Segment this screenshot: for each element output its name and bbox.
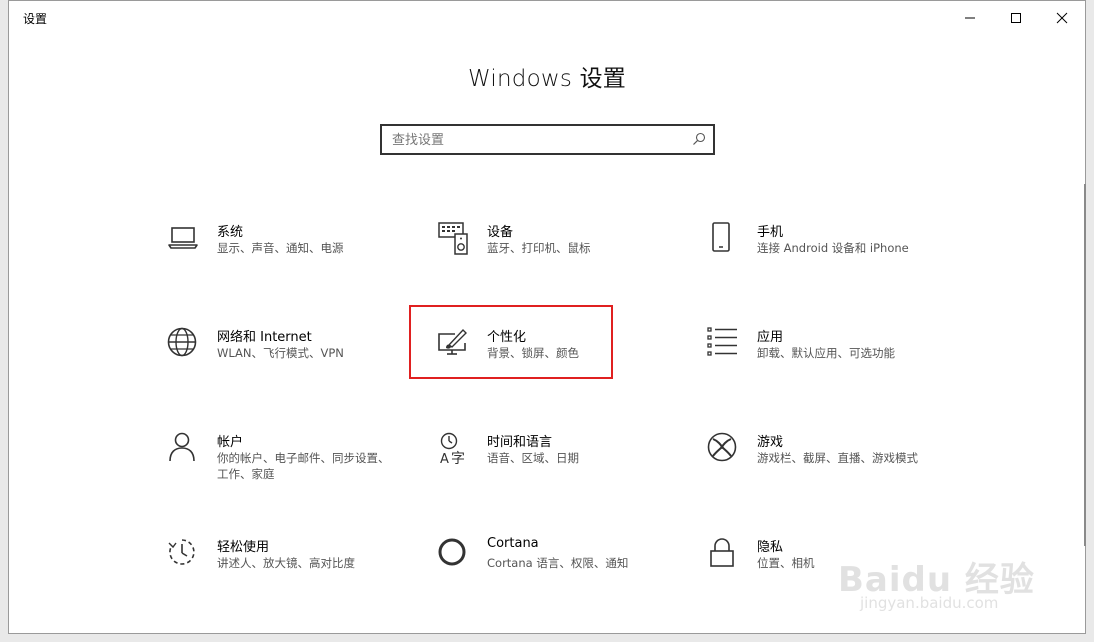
lock-icon [710, 538, 734, 567]
settings-tile-cortana[interactable]: Cortana Cortana 语言、权限、通知 [437, 536, 647, 597]
ease-of-access-icon [168, 539, 195, 565]
close-button[interactable] [1039, 1, 1085, 35]
settings-tile-accounts[interactable]: 帐户 你的帐户、电子邮件、同步设置、工作、家庭 [167, 432, 390, 492]
maximize-icon [1011, 13, 1021, 23]
tile-description: 讲述人、放大镜、高对比度 [217, 556, 355, 570]
watermark-sub-text: jingyan.baidu.com [860, 594, 999, 612]
minimize-icon [965, 17, 975, 19]
tile-title: 应用 [757, 330, 784, 345]
tile-description: Cortana 语言、权限、通知 [487, 556, 629, 570]
tile-description: 连接 Android 设备和 iPhone [757, 241, 909, 255]
tile-title: 网络和 Internet [217, 330, 312, 345]
settings-tile-time-language[interactable]: A 字 时间和语言 语音、区域、日期 [437, 432, 647, 492]
tile-title: 帐户 [217, 435, 244, 450]
tile-description: 你的帐户、电子邮件、同步设置、工作、家庭 [217, 451, 390, 481]
person-icon [169, 432, 195, 462]
xbox-icon [707, 432, 737, 462]
settings-tile-ease-of-access[interactable]: 轻松使用 讲述人、放大镜、高对比度 [167, 537, 377, 597]
settings-tile-network[interactable]: 网络和 Internet WLAN、飞行模式、VPN [167, 327, 377, 387]
scrollbar[interactable] [1084, 184, 1086, 546]
tile-title: 系统 [217, 225, 244, 240]
settings-tile-system[interactable]: 系统 显示、声音、通知、电源 [167, 222, 377, 282]
tile-title: 游戏 [757, 435, 784, 450]
tile-description: 语音、区域、日期 [487, 451, 579, 465]
cortana-icon [438, 538, 466, 566]
minimize-button[interactable] [947, 1, 993, 35]
maximize-button[interactable] [993, 1, 1039, 35]
tile-description: 蓝牙、打印机、鼠标 [487, 241, 591, 255]
search-icon[interactable] [692, 132, 706, 146]
settings-tile-phone[interactable]: 手机 连接 Android 设备和 iPhone [707, 222, 917, 282]
tile-title: 隐私 [757, 540, 784, 555]
tile-title: Cortana [487, 536, 539, 551]
laptop-icon [168, 227, 198, 249]
title-bar: 设置 [9, 1, 1085, 35]
tile-title: 设备 [487, 225, 514, 240]
tile-title: 手机 [757, 225, 784, 240]
globe-icon [167, 327, 197, 357]
phone-icon [712, 222, 730, 252]
svg-text:字: 字 [451, 451, 465, 466]
tile-title: 时间和语言 [487, 435, 553, 450]
close-icon [1056, 12, 1068, 24]
settings-tile-apps[interactable]: 应用 卸载、默认应用、可选功能 [707, 327, 917, 387]
time-language-icon: A 字 [440, 432, 465, 466]
settings-tile-gaming[interactable]: 游戏 游戏栏、截屏、直播、游戏模式 [707, 432, 918, 492]
search-box[interactable] [380, 124, 715, 155]
svg-text:A: A [440, 452, 449, 466]
search-input[interactable] [392, 131, 682, 149]
tile-title: 轻松使用 [217, 540, 270, 555]
window-title: 设置 [23, 12, 48, 26]
tile-description: WLAN、飞行模式、VPN [217, 346, 344, 360]
highlight-box [409, 305, 613, 379]
tile-description: 卸载、默认应用、可选功能 [757, 346, 895, 360]
settings-tile-devices[interactable]: 设备 蓝牙、打印机、鼠标 [437, 222, 647, 282]
tile-description: 游戏栏、截屏、直播、游戏模式 [757, 451, 918, 465]
page-title: Windows 设置 [468, 66, 626, 92]
watermark: Baidu 经验 jingyan.baidu.com [838, 530, 1048, 620]
tile-description: 显示、声音、通知、电源 [217, 241, 344, 255]
devices-icon [438, 222, 468, 255]
apps-list-icon [707, 327, 737, 356]
